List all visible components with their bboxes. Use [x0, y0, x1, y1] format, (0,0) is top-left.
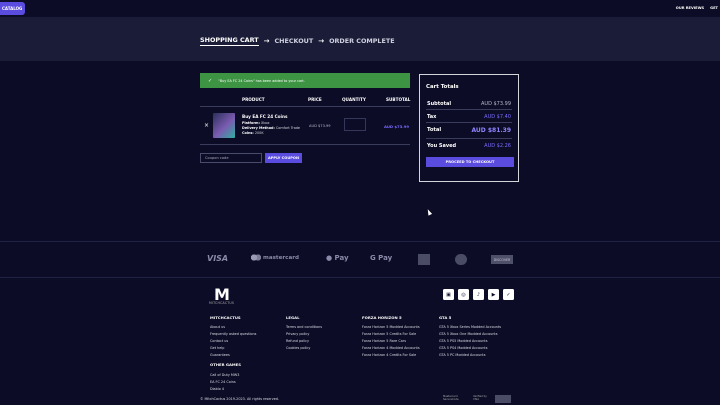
footer-link[interactable]: Frequently asked questions	[210, 332, 256, 336]
footer-link[interactable]: GTA 5 PS5 Modded Accounts	[439, 339, 487, 343]
footer-link[interactable]: Terms and conditions	[286, 325, 322, 329]
product-subtotal: AUD $73.99	[384, 124, 410, 129]
footer-col-legal: LEGAL	[286, 315, 300, 320]
top-links: OUR REVIEWS GET	[676, 6, 718, 10]
divider	[200, 144, 410, 145]
reviews-link[interactable]: OUR REVIEWS	[676, 6, 704, 10]
footer-link[interactable]: Guarantees	[210, 353, 230, 357]
apply-coupon-button[interactable]: APPLY COUPON	[265, 153, 302, 163]
divider	[200, 106, 410, 107]
footer-link[interactable]: Privacy policy	[286, 332, 309, 336]
step-order-complete: ORDER COMPLETE	[329, 37, 395, 45]
column-product: PRODUCT	[242, 97, 265, 102]
footer-link[interactable]: Forza Horizon 5 Credits For Sale	[362, 332, 416, 336]
proceed-to-checkout-button[interactable]: PROCEED TO CHECKOUT	[426, 157, 514, 167]
footer-logo-text: MITCHCACTUS	[209, 301, 235, 305]
footer-link[interactable]: EA FC 24 Coins	[210, 380, 236, 384]
step-shopping-cart[interactable]: SHOPPING CART	[200, 36, 259, 46]
footer-link[interactable]: GTA 5 Xbox Series Modded Accounts	[439, 325, 501, 329]
mouse-cursor	[425, 208, 433, 216]
column-price: PRICE	[308, 97, 322, 102]
visa-logo: VISA	[207, 254, 229, 263]
footer-link[interactable]: Forza Horizon 5 Rare Cars	[362, 339, 406, 343]
mastercard-securecode-badge: Mastercard SecureCode	[443, 395, 459, 401]
subtotal-row: Subtotal AUD $73.99	[427, 101, 511, 107]
footer-col-gta5: GTA 5	[439, 315, 452, 320]
product-platform: Platform: Xbox	[242, 121, 270, 125]
payment-badge	[495, 395, 511, 403]
remove-item-button[interactable]: ×	[204, 122, 209, 129]
google-pay-logo: G Pay	[370, 254, 393, 262]
footer-link[interactable]: Diablo 4	[210, 387, 224, 391]
verified-by-visa-badge: Verified by VISA	[473, 395, 487, 401]
copyright: © MitchCactus 2019-2023. All rights rese…	[200, 397, 280, 401]
footer-link[interactable]: Refund policy	[286, 339, 309, 343]
footer-link[interactable]: GTA 5 PS4 Modded Accounts	[439, 346, 487, 350]
diners-logo	[455, 254, 467, 265]
footer-link[interactable]: Cookies policy	[286, 346, 310, 350]
step-checkout[interactable]: CHECKOUT	[274, 37, 313, 45]
tax-row: Tax AUD $7.40	[427, 114, 511, 120]
quantity-stepper[interactable]	[344, 118, 366, 131]
added-to-cart-notice: ✓ "Buy EA FC 24 Coins" has been added to…	[200, 73, 410, 88]
footer-link[interactable]: GTA 5 Xbox One Modded Accounts	[439, 332, 498, 336]
coupon-input[interactable]: Coupon code	[200, 153, 262, 163]
catalog-button[interactable]: CATALOG	[0, 2, 25, 15]
footer-link[interactable]: Forza Horizon 4 Modded Accounts	[362, 346, 420, 350]
footer-link[interactable]: Contact us	[210, 339, 228, 343]
arrow-icon: →	[263, 37, 270, 45]
discover-logo: DISCOVER	[491, 255, 513, 264]
product-name[interactable]: Buy EA FC 24 Coins	[242, 114, 287, 119]
footer-col-forza: FORZA HORIZON 5	[362, 315, 402, 320]
footer-link[interactable]: Forza Horizon 5 Modded Accounts	[362, 325, 420, 329]
footer-link[interactable]: Get help	[210, 346, 224, 350]
column-subtotal: SUBTOTAL	[386, 97, 411, 102]
notice-text: "Buy EA FC 24 Coins" has been added to y…	[218, 78, 305, 83]
footer-link[interactable]: Call of Duty MW3	[210, 373, 239, 377]
saved-row: You Saved AUD $2.26	[427, 143, 511, 149]
total-row: Total AUD $81.39	[427, 127, 511, 134]
apple-pay-logo: ● Pay	[326, 254, 349, 262]
instagram-icon[interactable]: ◎	[458, 289, 469, 300]
footer-link[interactable]: About us	[210, 325, 225, 329]
product-thumbnail[interactable]	[213, 113, 235, 138]
top-bar: CATALOG OUR REVIEWS GET	[0, 0, 720, 17]
amex-logo	[418, 254, 430, 265]
product-coins: Coins: 200K	[242, 131, 264, 135]
verified-icon[interactable]: ✓	[503, 289, 514, 300]
tiktok-icon[interactable]: ♪	[473, 289, 484, 300]
column-quantity: QUANTITY	[342, 97, 366, 102]
product-delivery: Delivery Method: Comfort Trade	[242, 126, 301, 130]
check-icon: ✓	[208, 77, 213, 84]
twitch-icon[interactable]: ▣	[443, 289, 454, 300]
youtube-icon[interactable]: ▶	[488, 289, 499, 300]
cart-totals-panel: Cart Totals Subtotal AUD $73.99 Tax AUD $7…	[419, 74, 519, 182]
checkout-steps: SHOPPING CART → CHECKOUT → ORDER COMPLET…	[200, 36, 395, 46]
get-link[interactable]: GET	[710, 6, 718, 10]
footer-col-mitchcactus: MITCHCACTUS	[210, 315, 241, 320]
payment-band	[0, 241, 720, 278]
arrow-icon: →	[318, 37, 325, 45]
footer-col-other-games: OTHER GAMES	[210, 362, 241, 367]
footer-link[interactable]: GTA 5 PC Modded Accounts	[439, 353, 486, 357]
cart-totals-title: Cart Totals	[426, 84, 459, 90]
mastercard-logo: mastercard	[251, 254, 299, 261]
footer-link[interactable]: Forza Horizon 4 Credits For Sale	[362, 353, 416, 357]
product-price: AUD $73.99	[309, 124, 331, 128]
